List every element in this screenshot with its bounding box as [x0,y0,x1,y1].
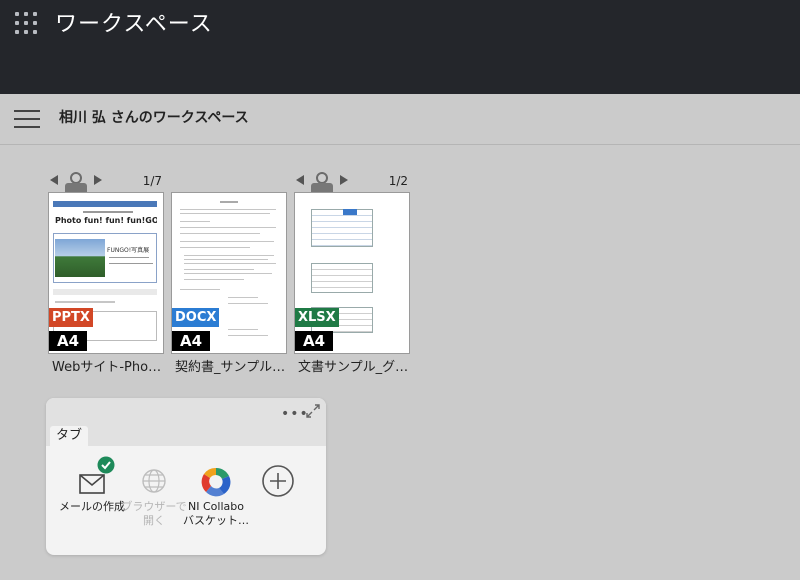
prev-page-icon[interactable] [50,175,58,185]
expand-icon[interactable] [305,404,321,418]
workspace-title: 相川 弘 さんのワークスペース [59,110,249,126]
app-title: ワークスペース [55,12,213,37]
file-type-badge: DOCX [172,308,220,327]
clip-icon [65,172,87,194]
paper-size-badge: A4 [172,331,211,351]
action-label-line2: バスケット… [183,514,249,527]
thumb-heading: FUNGO!写真展 [107,247,150,254]
apps-grid-icon[interactable] [15,12,37,34]
document-name[interactable]: Webサイト-Photo- [52,356,164,375]
action-label-line2: 開く [143,514,165,527]
file-type-badge: PPTX [49,308,93,327]
clip-icon [311,172,333,194]
tab-label[interactable]: タブ [50,426,89,446]
thumb-banner: Photo fun! fun! fun!GO! [55,216,157,225]
panel-header: ••• タブ [46,398,326,446]
add-circle-icon [262,465,294,497]
page-counter: 1/2 [388,174,408,188]
document-thumbnail[interactable] [294,192,410,354]
next-page-icon[interactable] [340,175,348,185]
page-navigator: 1/7 [48,172,164,194]
mail-icon [79,474,105,494]
next-page-icon[interactable] [94,175,102,185]
ni-collabo-logo-icon [201,467,231,497]
paper-size-badge: A4 [49,331,88,351]
document-thumbnail[interactable]: Photo fun! fun! fun!GO! FUNGO!写真展 [48,192,164,354]
action-label: メールの作成 [59,500,125,513]
action-label-line1: NI Collabo [188,500,244,513]
action-panel: ••• タブ メールの作成 ブラウザーで 開く NI Collabo バスケット… [46,398,326,555]
document-name[interactable]: 文書サンプル_グ… [298,356,410,375]
hamburger-menu-icon[interactable] [14,110,40,128]
document-thumbnail[interactable] [171,192,287,354]
check-badge-icon [97,456,115,474]
page-navigator: 1/2 [294,172,410,194]
prev-page-icon[interactable] [296,175,304,185]
file-type-badge: XLSX [295,308,339,327]
top-bar: ワークスペース [0,0,800,94]
action-label-line1: ブラウザーで [121,500,187,513]
document-name[interactable]: 契約書_サンプル… [175,356,287,375]
paper-size-badge: A4 [295,331,334,351]
globe-icon [142,469,166,493]
page-counter: 1/7 [142,174,162,188]
